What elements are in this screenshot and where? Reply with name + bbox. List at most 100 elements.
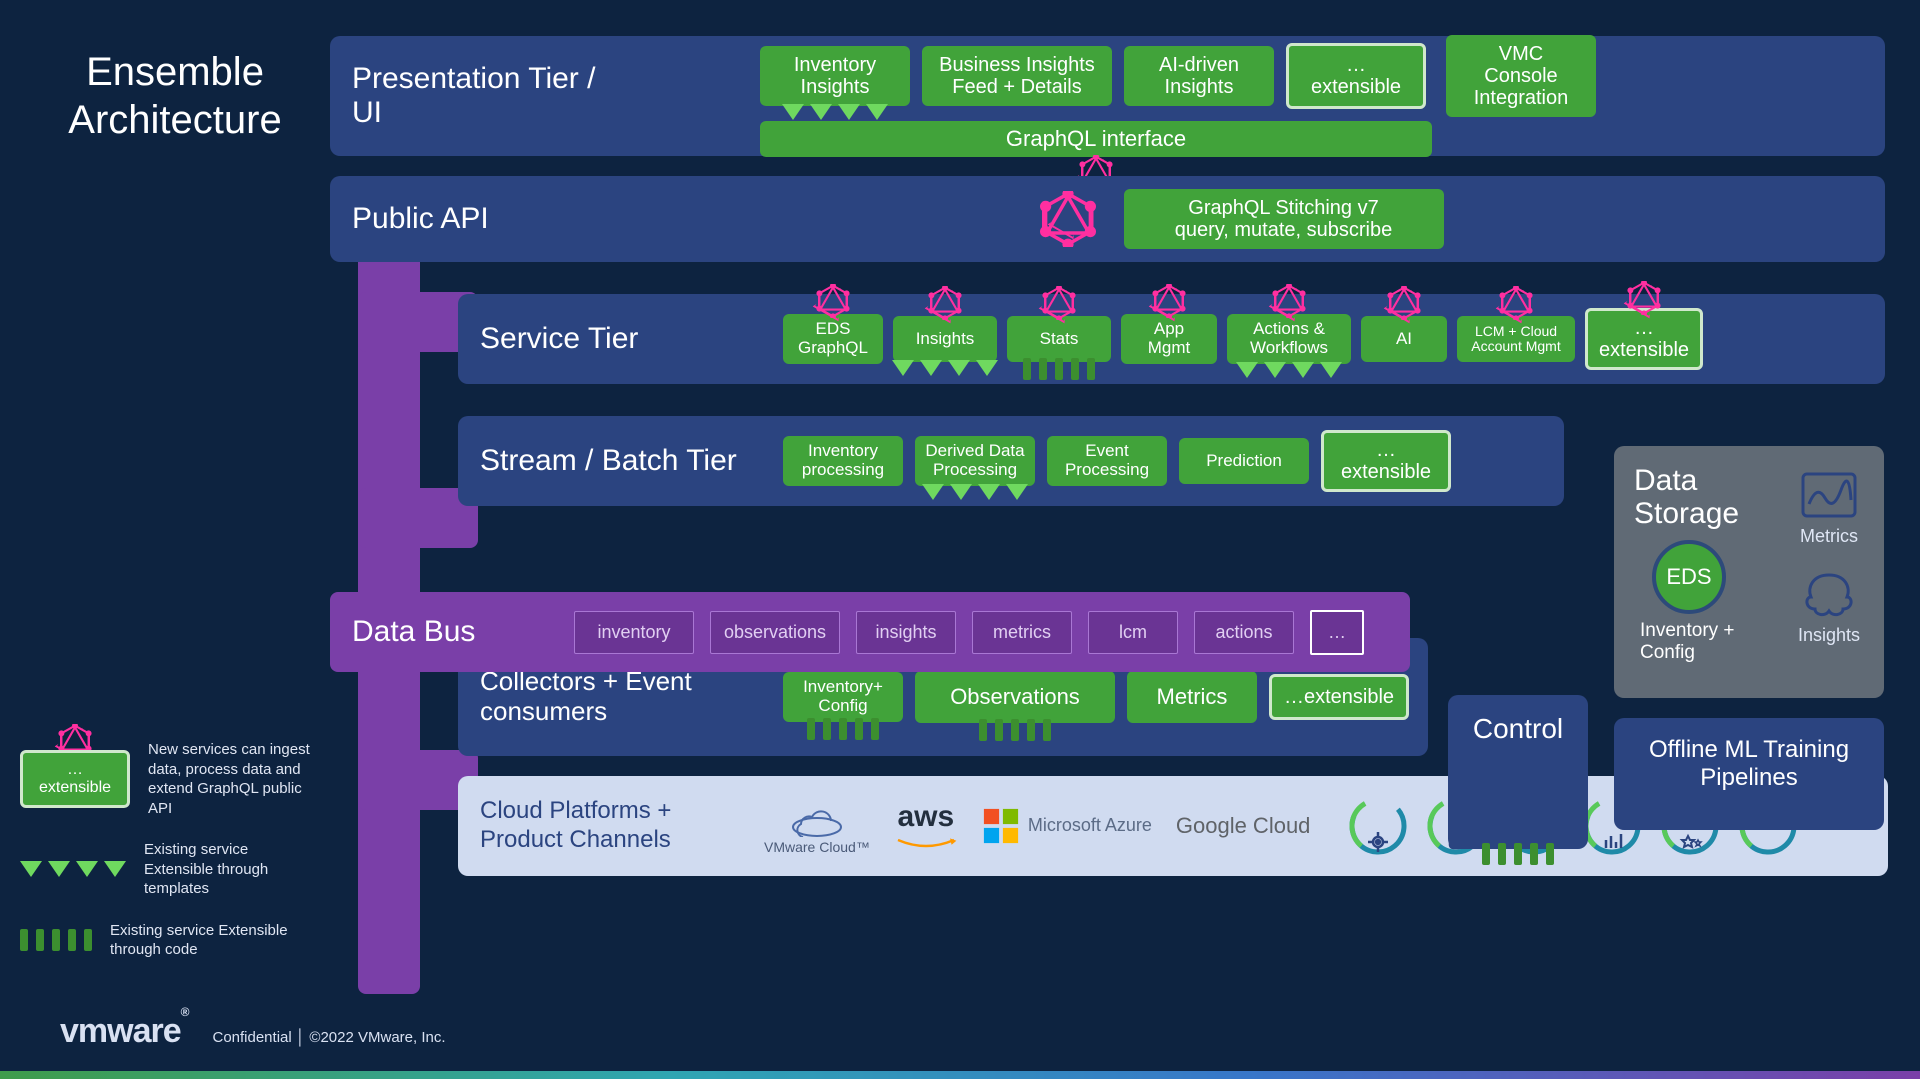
box-prediction: Prediction [1179, 438, 1309, 484]
label: Metrics [1800, 526, 1858, 547]
legend-text: Existing service Extensible through temp… [144, 840, 320, 899]
footer-confidential: Confidential │ ©2022 VMware, Inc. [212, 1029, 445, 1046]
code-icon [20, 929, 92, 951]
code-icon [807, 718, 879, 740]
box-inventory-config: Inventory+ Config [783, 672, 903, 721]
tier-stream: Stream / Batch Tier Inventory processing… [458, 416, 1564, 506]
box-extensible: …extensible [1321, 430, 1451, 492]
box-lcm-cloud: LCM + Cloud Account Mgmt [1457, 316, 1575, 362]
label: Inventory+ Config [793, 678, 893, 715]
graphql-icon [928, 286, 962, 320]
label: EDS GraphQL [793, 320, 873, 357]
box-metrics: Metrics [1127, 671, 1257, 723]
box-stats: Stats [1007, 316, 1111, 362]
logo-google-cloud: Google Cloud [1176, 813, 1311, 839]
legend-extensible: …extensible New services can ingest data… [20, 740, 320, 818]
graphql-icon [1152, 284, 1186, 318]
topic-inventory: inventory [574, 611, 694, 654]
label: Offline ML Training Pipelines [1634, 736, 1864, 792]
tier-label: Cloud Platforms + Product Channels [480, 797, 740, 855]
label: query, mutate, subscribe [1138, 219, 1430, 241]
box-business-insights: Business Insights Feed + Details [922, 46, 1112, 106]
logo-microsoft-azure: Microsoft Azure [982, 807, 1152, 845]
label: Observations [929, 685, 1101, 709]
legend-text: New services can ingest data, process da… [148, 740, 320, 818]
label: App Mgmt [1131, 320, 1207, 357]
label: Stats [1017, 330, 1101, 349]
templates-icon [922, 484, 1028, 500]
label: Actions & Workflows [1237, 320, 1341, 357]
label: GraphQL Stitching v7 [1138, 197, 1430, 219]
box-control: Control [1448, 695, 1588, 849]
box-derived-data: Derived Data Processing [915, 436, 1035, 485]
tier-label: Collectors + Event consumers [480, 667, 765, 727]
legend-code: Existing service Extensible through code [20, 921, 320, 960]
label: Inventory Insights [774, 54, 896, 98]
label: LCM + Cloud Account Mgmt [1467, 324, 1565, 355]
box-observations: Observations [915, 671, 1115, 723]
label: Control [1468, 713, 1568, 745]
box-event-processing: Event Processing [1047, 436, 1167, 485]
topic-extensible: … [1310, 610, 1364, 655]
box-eds-graphql: EDS GraphQL [783, 314, 883, 363]
graphql-icon [1387, 286, 1421, 320]
label: Prediction [1189, 452, 1299, 471]
graphql-icon [816, 284, 850, 318]
label: aws [897, 800, 954, 834]
vmware-logo: vmware® [60, 1012, 188, 1051]
label: Metrics [1141, 685, 1243, 709]
tier-label: Data Bus [352, 615, 558, 649]
label: Business Insights Feed + Details [936, 54, 1098, 98]
label: Data Storage [1634, 464, 1774, 530]
ring-icon [1346, 794, 1410, 858]
footer-gradient [0, 1071, 1920, 1079]
code-icon [979, 719, 1051, 741]
label: Google Cloud [1176, 813, 1311, 839]
box-extensible: …extensible [1269, 674, 1409, 720]
label: GraphQL interface [1006, 126, 1186, 152]
label: AI [1371, 330, 1437, 349]
label: AI-driven Insights [1138, 54, 1260, 98]
storage-metrics: Metrics [1798, 470, 1860, 547]
graphql-icon [1042, 286, 1076, 320]
legend-templates: Existing service Extensible through temp… [20, 840, 320, 899]
templates-icon [1236, 362, 1342, 378]
label: …extensible [1282, 686, 1396, 708]
logo-vmware-cloud: VMware Cloud™ [764, 797, 870, 855]
topic-actions: actions [1194, 611, 1294, 654]
code-icon [1482, 843, 1554, 865]
tier-presentation: Presentation Tier / UI Inventory Insight… [330, 36, 1885, 156]
tier-service: Service Tier EDS GraphQL Insights Stats … [458, 294, 1885, 384]
label: …extensible [1334, 439, 1438, 483]
templates-icon [782, 104, 888, 120]
logo-aws: aws [894, 800, 958, 852]
box-extensible: …extensible [1286, 43, 1426, 109]
box-data-storage: Data Storage EDS Inventory + Config Metr… [1614, 446, 1884, 698]
box-inventory-processing: Inventory processing [783, 436, 903, 485]
templates-icon [892, 360, 998, 376]
tier-label: Public API [352, 202, 602, 237]
legend: …extensible New services can ingest data… [20, 740, 320, 982]
graphql-icon [1040, 191, 1096, 247]
tier-label: Service Tier [480, 322, 765, 357]
box-ai-insights: AI-driven Insights [1124, 46, 1274, 106]
label: Derived Data Processing [925, 442, 1025, 479]
label: …extensible [1303, 54, 1409, 98]
box-app-mgmt: App Mgmt [1121, 314, 1217, 363]
graphql-icon [1272, 284, 1306, 318]
graphql-icon [1499, 286, 1533, 320]
label: …extensible [1598, 317, 1690, 361]
box-graphql-stitching: GraphQL Stitching v7 query, mutate, subs… [1124, 189, 1444, 249]
topic-observations: observations [710, 611, 840, 654]
box-offline-ml: Offline ML Training Pipelines [1614, 718, 1884, 830]
box-ai: AI [1361, 316, 1447, 362]
legend-ext-box: …extensible [20, 750, 130, 807]
tier-databus: Data Bus inventory observations insights… [330, 592, 1410, 672]
label: Insights [1798, 625, 1860, 646]
topic-metrics: metrics [972, 611, 1072, 654]
label: VMware Cloud™ [764, 839, 870, 855]
legend-text: Existing service Extensible through code [110, 921, 320, 960]
label: Insights [903, 330, 987, 349]
eds-circle: EDS [1652, 540, 1726, 614]
box-insights: Insights [893, 316, 997, 362]
